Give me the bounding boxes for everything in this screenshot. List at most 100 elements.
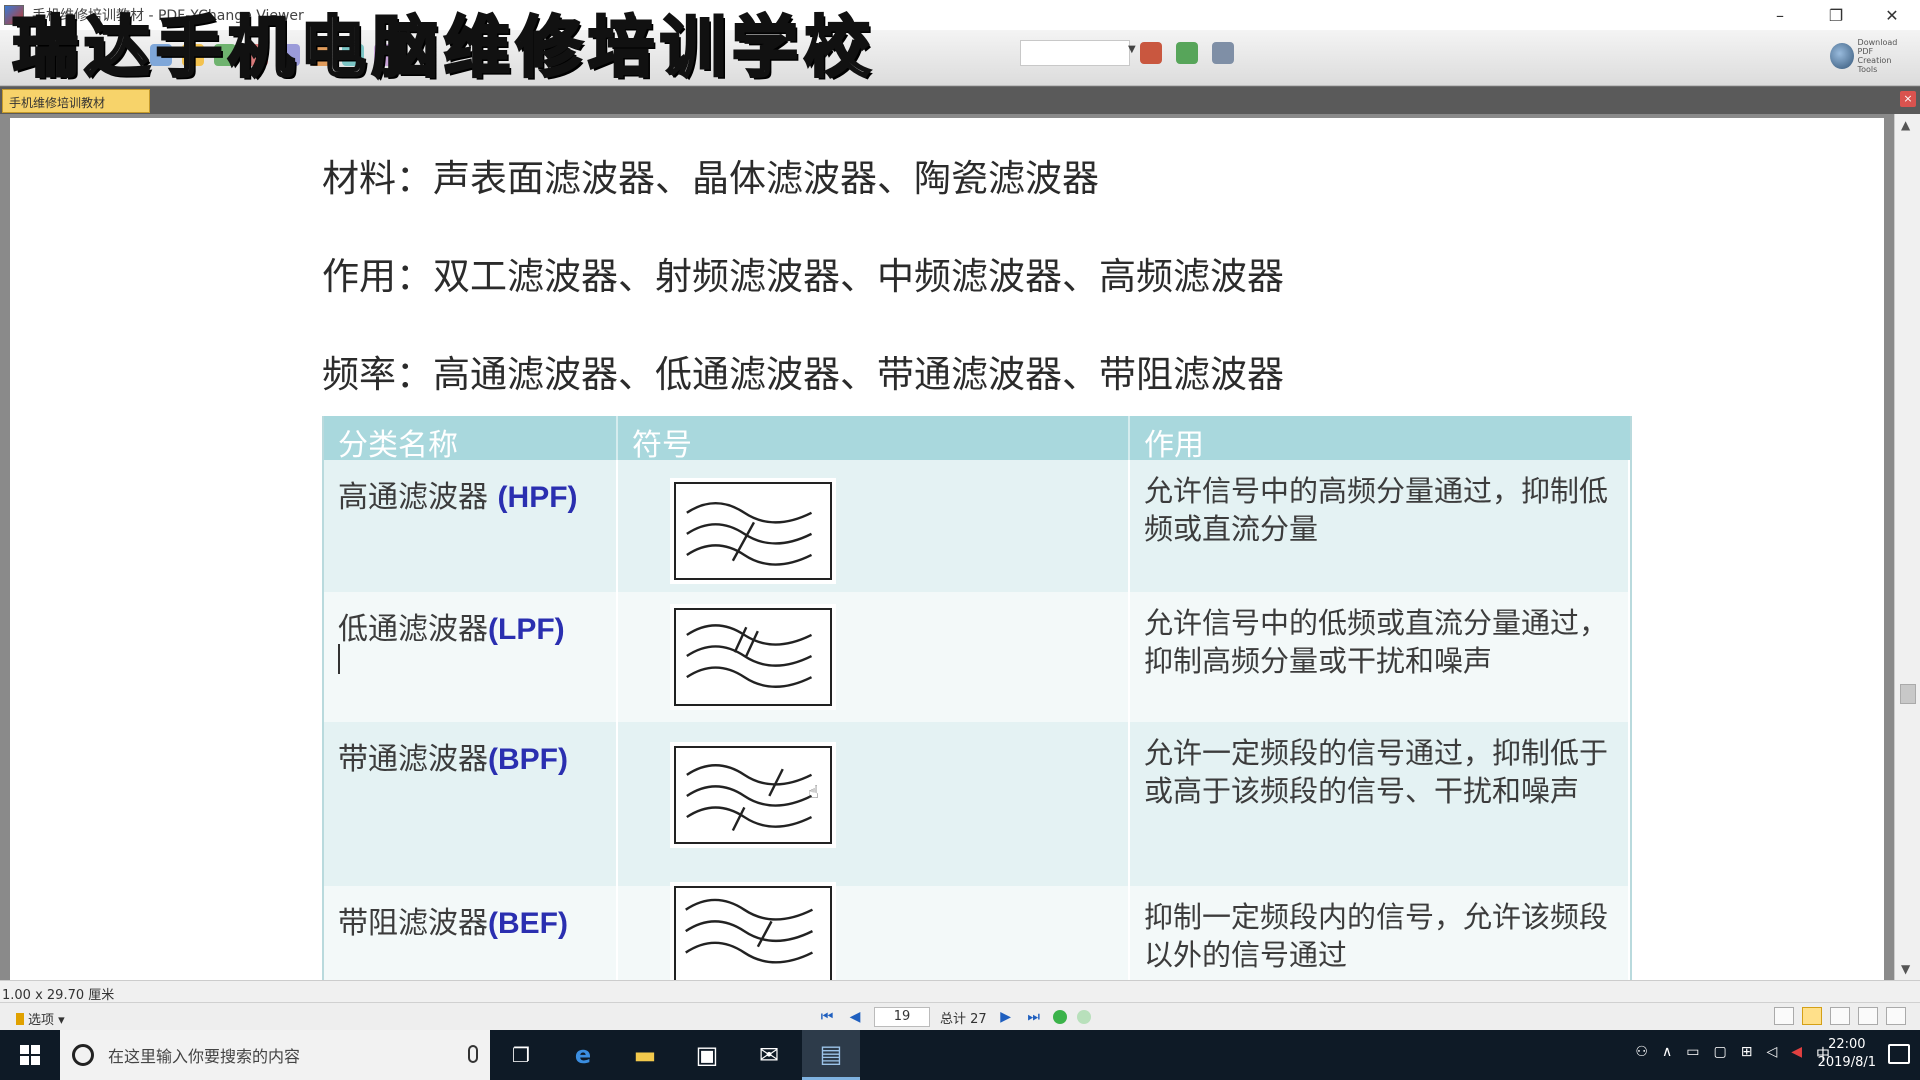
filter-table: 分类名称 符号 作用 高通滤波器 (HPF) 允许信号中的高频分量通过，抑制低频… <box>322 416 1632 980</box>
go-forward-icon[interactable] <box>1076 1010 1091 1024</box>
options-label: 选项 <box>28 1013 55 1028</box>
table-row: 高通滤波器 (HPF) 允许信号中的高频分量通过，抑制低频或直流分量 <box>324 460 1630 592</box>
pdf-page: 材料：声表面滤波器、晶体滤波器、陶瓷滤波器 作用：双工滤波器、射频滤波器、中频滤… <box>10 118 1884 980</box>
zoom-view-icon[interactable] <box>1886 1007 1906 1025</box>
symbol-cell <box>618 882 1130 980</box>
battery-icon[interactable]: ▭ <box>1686 1044 1699 1064</box>
settings-icon[interactable] <box>1212 42 1234 64</box>
task-view-button[interactable]: ❐ <box>492 1030 550 1080</box>
taskbar-search[interactable]: 在这里输入你要搜索的内容 <box>60 1030 490 1080</box>
scroll-up-icon[interactable]: ▲ <box>1901 118 1910 132</box>
header-symbol: 符号 <box>618 416 1130 463</box>
table-row: 带通滤波器(BPF) ☝ 允许一定频段的信号通过，抑制低于或高于该频段的信号、干… <box>324 722 1630 886</box>
bef-symbol-icon <box>670 882 836 980</box>
notification-icon[interactable] <box>1888 1044 1910 1064</box>
filter-name: 带通滤波器 <box>338 742 488 777</box>
filter-desc: 允许一定频段的信号通过，抑制低于或高于该频段的信号、干扰和噪声 <box>1130 722 1630 886</box>
view-mode-buttons <box>1774 1007 1906 1025</box>
search-placeholder: 在这里输入你要搜索的内容 <box>108 1047 301 1066</box>
chevron-up-icon[interactable]: ∧ <box>1662 1044 1672 1064</box>
filter-name: 低通滤波器 <box>338 612 488 647</box>
people-icon[interactable]: ⚇ <box>1635 1044 1648 1064</box>
task-view-icon: ❐ <box>512 1043 530 1067</box>
clock[interactable]: 22:00 2019/8/1 <box>1818 1036 1876 1072</box>
tab-close-icon[interactable]: × <box>1900 91 1916 107</box>
status-bar: 选项 ▾ ⏮ ◀ 19 总计 27 ▶ ⏭ <box>0 1002 1920 1030</box>
options-menu[interactable]: 选项 ▾ <box>16 1009 65 1028</box>
file-explorer-button[interactable]: ▬ <box>616 1030 674 1080</box>
restore-button[interactable]: ❐ <box>1808 0 1864 30</box>
filter-desc: 允许信号中的低频或直流分量通过，抑制高频分量或干扰和噪声 <box>1130 592 1630 722</box>
start-button[interactable] <box>0 1030 60 1080</box>
symbol-cell <box>618 460 1130 592</box>
chevron-down-icon[interactable]: ▼ <box>1128 44 1136 55</box>
mail-icon: ✉ <box>758 1041 780 1069</box>
symbol-cell: ☝ <box>618 722 1130 886</box>
header-category: 分类名称 <box>324 416 618 463</box>
facing-view-icon[interactable] <box>1830 1007 1850 1025</box>
document-tab-strip: 手机维修培训教材 × <box>0 87 1920 114</box>
first-page-icon[interactable]: ⏮ <box>818 1009 836 1025</box>
microphone-icon[interactable] <box>468 1045 478 1063</box>
clock-date: 2019/8/1 <box>1817 1055 1876 1070</box>
materials-line: 材料：声表面滤波器、晶体滤波器、陶瓷滤波器 <box>322 157 1099 200</box>
filter-abbr: (LPF) <box>488 613 565 646</box>
filter-name: 带阻滤波器 <box>338 906 488 941</box>
edge-button[interactable]: e <box>554 1030 612 1080</box>
filter-name-cell: 带阻滤波器(BEF) <box>324 886 618 980</box>
filter-abbr: (HPF) <box>497 481 578 514</box>
scroll-down-icon[interactable]: ▼ <box>1901 962 1910 976</box>
filter-desc: 允许信号中的高频分量通过，抑制低频或直流分量 <box>1130 460 1630 592</box>
function-line: 作用：双工滤波器、射频滤波器、中频滤波器、高频滤波器 <box>322 255 1284 298</box>
folder-icon: ▬ <box>633 1041 657 1069</box>
download-pdf-tools-button[interactable]: Download PDF Creation Tools <box>1830 36 1910 76</box>
filter-abbr: (BEF) <box>488 907 568 940</box>
store-icon: ▣ <box>695 1041 719 1069</box>
network-icon[interactable]: ▢ <box>1713 1044 1726 1064</box>
zoom-combo[interactable] <box>1020 40 1130 66</box>
filter-desc: 抑制一定频段内的信号，允许该频段以外的信号通过 <box>1130 886 1630 980</box>
clock-time: 22:00 <box>1828 1037 1866 1052</box>
watermark-text: 瑞达手机电脑维修培训学校 <box>11 8 876 86</box>
single-page-view-icon[interactable] <box>1774 1007 1794 1025</box>
scroll-thumb[interactable] <box>1900 684 1916 704</box>
filter-name-cell: 低通滤波器(LPF) <box>324 592 618 722</box>
page-size-bar: 1.00 x 29.70 厘米 <box>0 980 1920 1003</box>
windows-logo-icon <box>20 1045 40 1065</box>
minimize-button[interactable]: – <box>1752 0 1808 30</box>
page-size-text: 1.00 x 29.70 厘米 <box>2 988 115 1003</box>
next-page-icon[interactable]: ▶ <box>997 1009 1015 1025</box>
table-row: 带阻滤波器(BEF) 抑制一定频段内的信号，允许该频段以外的信号通过 <box>324 882 1630 980</box>
pdf-viewer-taskbar-button[interactable]: ▤ <box>802 1030 860 1080</box>
toolbar-right-icons <box>1140 42 1234 64</box>
store-button[interactable]: ▣ <box>678 1030 736 1080</box>
document-view[interactable]: 材料：声表面滤波器、晶体滤波器、陶瓷滤波器 作用：双工滤波器、射频滤波器、中频滤… <box>0 114 1900 980</box>
stamp-icon[interactable] <box>1140 42 1162 64</box>
snapshot-icon[interactable] <box>1176 42 1198 64</box>
prev-page-icon[interactable]: ◀ <box>846 1009 864 1025</box>
window-controls: – ❐ ✕ <box>1752 0 1920 30</box>
page-number-input[interactable]: 19 <box>874 1007 930 1027</box>
windows-taskbar: 在这里输入你要搜索的内容 ❐ e ▬ ▣ ✉ ▤ ⚇ ∧ ▭ ▢ ⊞ ◁ ◀ 中… <box>0 1030 1920 1080</box>
table-row: 低通滤波器(LPF) 允许信号中的低频或直流分量通过，抑制高频分量或干扰和噪声 <box>324 592 1630 722</box>
volume-icon[interactable]: ◁ <box>1766 1044 1777 1064</box>
symbol-cell <box>618 592 1130 722</box>
flag-icon <box>16 1013 24 1025</box>
download-label: Download PDF Creation Tools <box>1858 38 1910 74</box>
document-tab[interactable]: 手机维修培训教材 <box>2 89 150 113</box>
close-button[interactable]: ✕ <box>1864 0 1920 30</box>
display-icon[interactable]: ⊞ <box>1741 1044 1753 1064</box>
continuous-view-icon[interactable] <box>1802 1007 1822 1025</box>
mail-button[interactable]: ✉ <box>740 1030 798 1080</box>
continuous-facing-view-icon[interactable] <box>1858 1007 1878 1025</box>
last-page-icon[interactable]: ⏭ <box>1025 1009 1043 1025</box>
go-back-icon[interactable] <box>1052 1010 1067 1024</box>
hpf-symbol-icon <box>670 478 836 584</box>
cortana-icon <box>72 1044 94 1066</box>
system-tray: ⚇ ∧ ▭ ▢ ⊞ ◁ ◀ 中 <box>1635 1044 1830 1064</box>
text-caret <box>338 644 340 674</box>
vertical-scrollbar[interactable]: ▲ ▼ <box>1894 114 1920 980</box>
edge-icon: e <box>574 1041 592 1069</box>
red-flag-icon[interactable]: ◀ <box>1791 1044 1802 1064</box>
filter-abbr: (BPF) <box>488 743 568 776</box>
